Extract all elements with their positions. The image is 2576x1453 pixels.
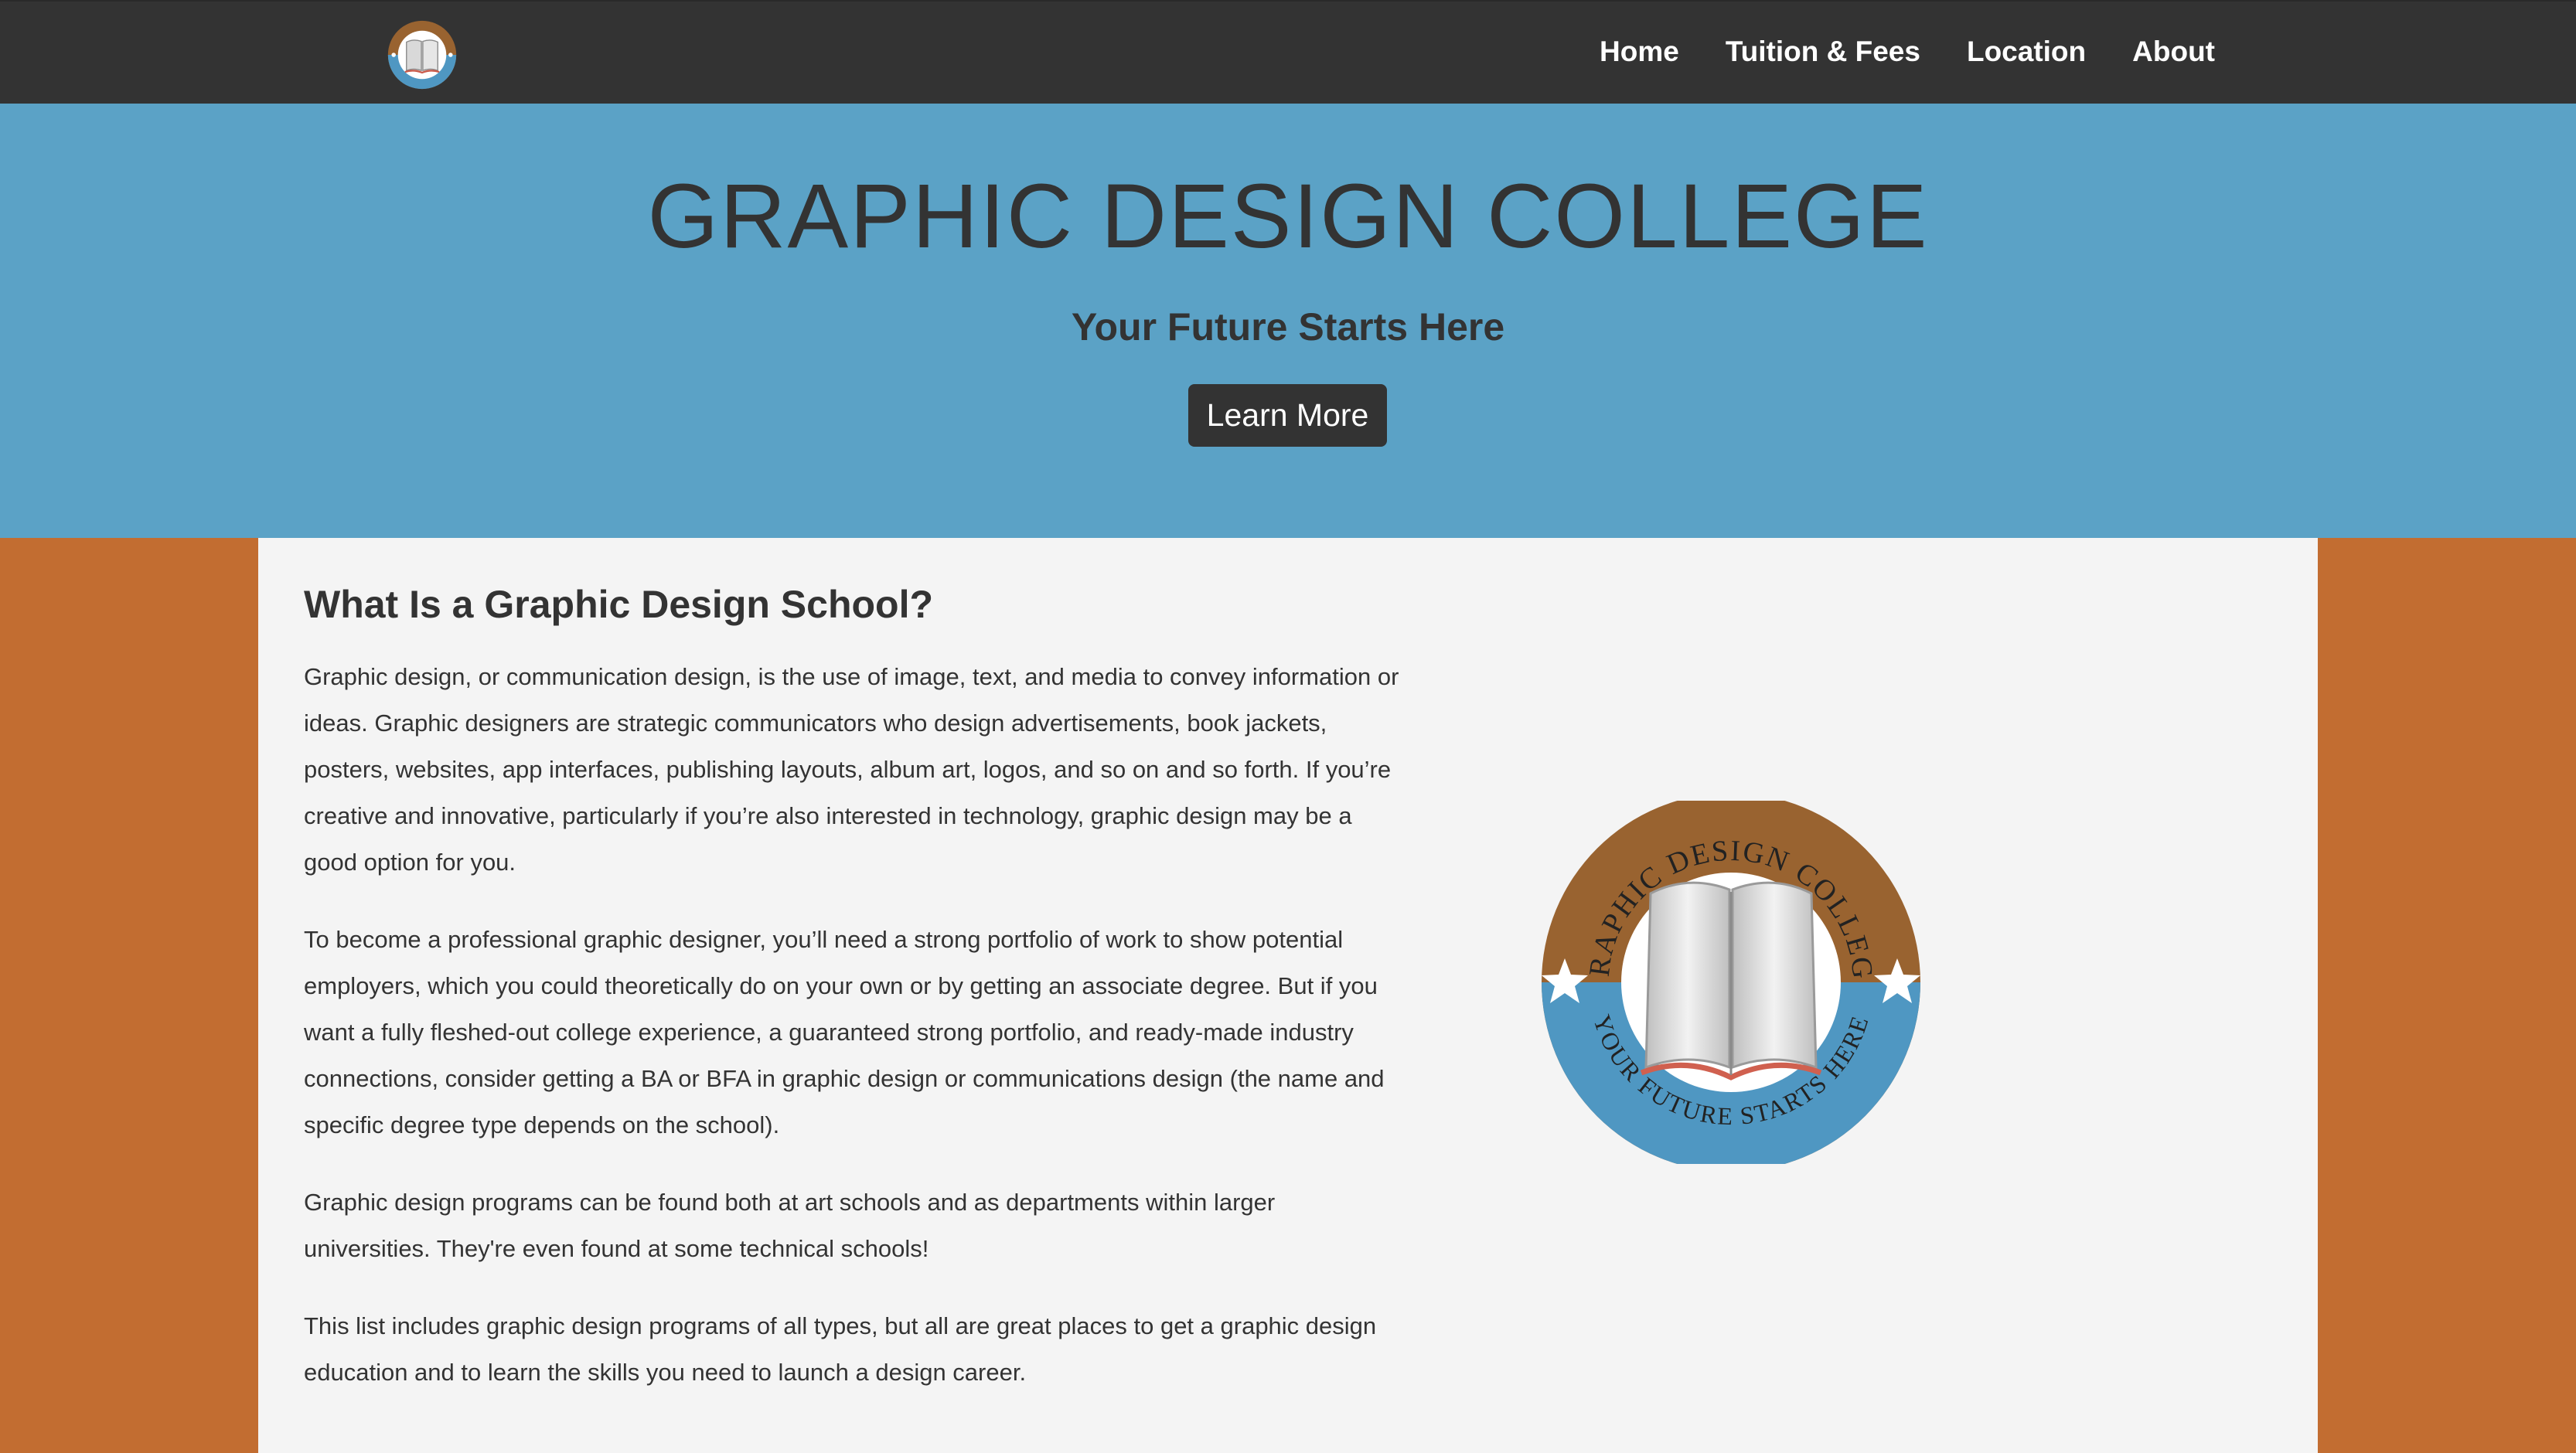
hero-title: GRAPHIC DESIGN COLLEGE <box>647 165 1929 267</box>
top-navbar: Home Tuition & Fees Location About <box>0 0 2576 104</box>
paragraph-1: Graphic design, or communication design,… <box>304 663 1399 876</box>
nav-link-tuition-fees[interactable]: Tuition & Fees <box>1726 36 1920 68</box>
nav-link-location[interactable]: Location <box>1967 36 2086 68</box>
learn-more-button[interactable]: Learn More <box>1188 384 1387 447</box>
nav-link-home[interactable]: Home <box>1600 36 1679 68</box>
paragraph-4: This list includes graphic design progra… <box>304 1312 1377 1386</box>
paragraph-3: Graphic design programs can be found bot… <box>304 1189 1276 1262</box>
article-body: What Is a Graphic Design School? Graphic… <box>304 581 1402 1427</box>
paragraph-2: To become a professional graphic designe… <box>304 926 1385 1138</box>
hero-subtitle: Your Future Starts Here <box>1071 305 1505 349</box>
college-logo-icon[interactable] <box>387 17 458 93</box>
main-navigation: Home Tuition & Fees Location About <box>1600 2 2215 102</box>
section-heading: What Is a Graphic Design School? <box>304 583 934 626</box>
nav-link-about[interactable]: About <box>2132 36 2215 68</box>
main-content: What Is a Graphic Design School? Graphic… <box>258 538 2318 1453</box>
open-book-icon <box>1640 881 1822 1080</box>
college-seal-image: GRAPHIC DESIGN COLLEGE YOUR FUTURE START… <box>1538 801 1920 1164</box>
hero-banner: GRAPHIC DESIGN COLLEGE Your Future Start… <box>0 104 2576 538</box>
